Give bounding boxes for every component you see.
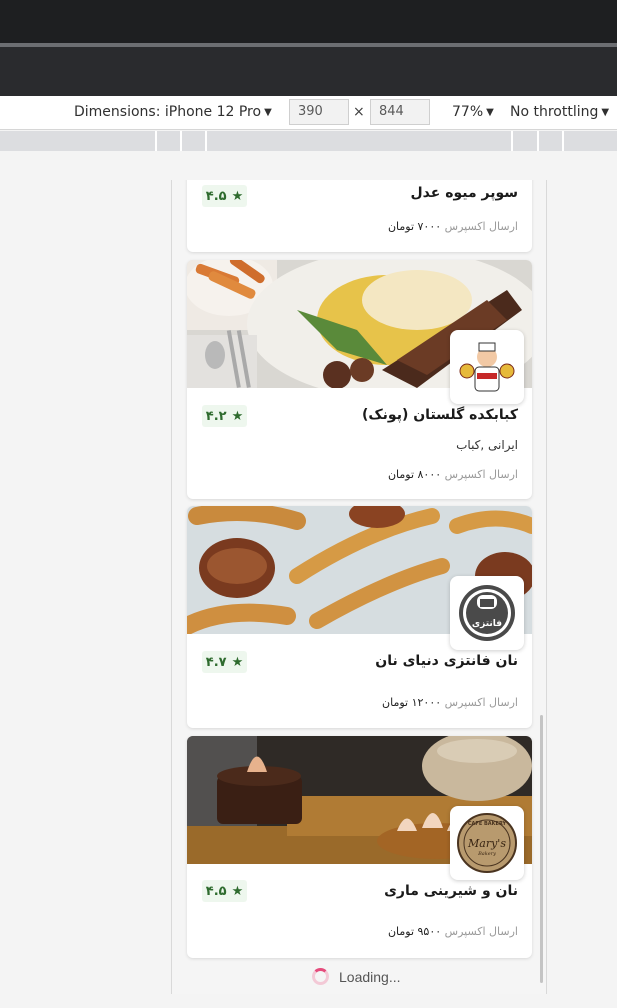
restaurant-logo: CAFE BAKERY Mary's Bakery [450, 806, 524, 880]
delivery-label: ارسال اکسپرس [444, 696, 518, 709]
chevron-down-icon: ▼ [486, 106, 494, 118]
rating-value: ۴.۵ [205, 883, 227, 899]
restaurant-card[interactable]: سوپر میوه عدل ۴.۵ ★ ارسال اکسپرس ۷۰۰۰ تو… [187, 180, 532, 252]
delivery-info: ارسال اکسپرس ۱۲۰۰۰ تومان [382, 696, 518, 709]
ruler-tick [511, 131, 513, 151]
chevron-down-icon: ▼ [601, 106, 610, 118]
ruler-tick [155, 131, 157, 151]
delivery-label: ارسال اکسپرس [444, 220, 518, 233]
browser-toolbar [0, 47, 617, 96]
cuisine-tags: ایرانی ,کباب [456, 438, 518, 452]
restaurant-logo: فانتزی [450, 576, 524, 650]
dimensions-label: Dimensions: iPhone 12 Pro [74, 104, 262, 120]
star-icon: ★ [231, 654, 244, 670]
throttling-dropdown[interactable]: No throttling ▼ [510, 104, 609, 120]
ruler-tick [180, 131, 182, 151]
rating-value: ۴.۷ [205, 654, 227, 670]
restaurant-card[interactable]: CAFE BAKERY Mary's Bakery نان و شیرینی م… [187, 736, 532, 958]
star-icon: ★ [231, 883, 244, 899]
dimensions-dropdown[interactable]: Dimensions: iPhone 12 Pro ▼ [74, 104, 272, 120]
logo-text: Mary's [467, 837, 506, 850]
star-icon: ★ [231, 188, 244, 204]
times-sign: × [353, 104, 365, 120]
restaurant-name: سوپر میوه عدل [410, 185, 518, 201]
delivery-label: ارسال اکسپرس [444, 468, 518, 481]
throttling-label: No throttling [510, 104, 599, 120]
logo-subtext: CAFE BAKERY [468, 821, 507, 827]
ruler-tick [205, 131, 207, 151]
logo-text: فانتزی [472, 619, 502, 629]
rating-badge: ۴.۵ ★ [202, 185, 247, 207]
loading-indicator: Loading... [312, 968, 401, 985]
rating-badge: ۴.۷ ★ [202, 651, 247, 673]
loading-text: Loading... [339, 968, 401, 985]
scrollbar[interactable] [540, 715, 543, 983]
device-viewport: سوپر میوه عدل ۴.۵ ★ ارسال اکسپرس ۷۰۰۰ تو… [171, 180, 547, 994]
delivery-info: ارسال اکسپرس ۸۰۰۰ تومان [388, 468, 518, 481]
restaurant-card[interactable]: کبابکده گلستان (پونک) ۴.۲ ★ ایرانی ,کباب… [187, 260, 532, 499]
delivery-price: ۸۰۰۰ تومان [387, 468, 442, 481]
media-query-ruler[interactable] [0, 131, 617, 151]
star-icon: ★ [231, 408, 244, 424]
height-input[interactable]: 844 [370, 99, 430, 125]
zoom-label: 77% [452, 104, 484, 120]
device-toolbar: Dimensions: iPhone 12 Pro ▼ 390 × 844 77… [0, 96, 617, 130]
delivery-price: ۷۰۰۰ تومان [387, 220, 442, 233]
spinner-icon [312, 968, 329, 985]
restaurant-name: کبابکده گلستان (پونک) [361, 407, 518, 423]
delivery-info: ارسال اکسپرس ۷۰۰۰ تومان [388, 220, 518, 233]
ruler-tick [537, 131, 539, 151]
rating-badge: ۴.۵ ★ [202, 880, 247, 902]
ruler-tick [562, 131, 564, 151]
width-input[interactable]: 390 [289, 99, 349, 125]
delivery-info: ارسال اکسپرس ۹۵۰۰ تومان [388, 925, 518, 938]
delivery-label: ارسال اکسپرس [444, 925, 518, 938]
rating-value: ۴.۲ [205, 408, 227, 424]
restaurant-card[interactable]: فانتزی نان فانتزی دنیای نان ۴.۷ ★ ارسال … [187, 506, 532, 728]
logo-small: Bakery [477, 851, 496, 857]
delivery-price: ۹۵۰۰ تومان [387, 925, 442, 938]
rating-badge: ۴.۲ ★ [202, 405, 247, 427]
chevron-down-icon: ▼ [264, 106, 272, 118]
restaurant-name: نان فانتزی دنیای نان [375, 653, 518, 669]
zoom-dropdown[interactable]: 77% ▼ [452, 104, 494, 120]
browser-tab-strip [0, 0, 617, 43]
restaurant-name: نان و شیرینی ماری [384, 883, 518, 899]
delivery-price: ۱۲۰۰۰ تومان [382, 696, 442, 709]
rating-value: ۴.۵ [205, 188, 227, 204]
restaurant-logo [450, 330, 524, 404]
